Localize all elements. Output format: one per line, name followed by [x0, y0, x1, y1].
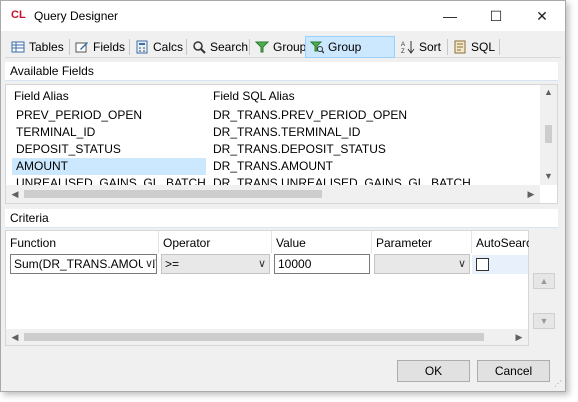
scroll-left-icon[interactable]: ◀: [10, 189, 20, 200]
value-input[interactable]: 10000: [274, 254, 370, 274]
funnel-icon: [255, 41, 269, 53]
table-icon: [11, 41, 25, 53]
tab-label: Tables: [29, 40, 64, 54]
tab-group-search[interactable]: Group Search: [305, 36, 395, 74]
operator-select[interactable]: >= ∨: [161, 254, 270, 274]
operator-value: >=: [165, 257, 180, 271]
criteria-grid: Function Operator Value Parameter AutoSe…: [5, 230, 529, 346]
list-item[interactable]: DEPOSIT_STATUS DR_TRANS.DEPOSIT_STATUS: [12, 141, 540, 158]
scroll-right-icon[interactable]: ▶: [514, 332, 524, 343]
vertical-scrollbar[interactable]: ▲ ▼: [540, 85, 557, 185]
field-alias: UNREALISED_GAINS_GL_BATCH: [16, 176, 206, 185]
move-up-button[interactable]: ▲: [533, 273, 555, 289]
tab-label: Sort: [419, 40, 442, 54]
list-item-selected[interactable]: AMOUNT DR_TRANS.AMOUNT: [12, 158, 540, 175]
tab-calcs[interactable]: Calcs: [131, 37, 184, 58]
function-value: Sum(DR_TRANS.AMOUNT): [14, 257, 157, 271]
scrollbar-thumb[interactable]: [24, 190, 322, 198]
available-fields-list: Field Alias Field SQL Alias PREV_PERIOD_…: [5, 84, 558, 204]
list-item[interactable]: UNREALISED_GAINS_GL_BATCH DR_TRANS.UNREA…: [12, 175, 540, 185]
query-designer-window: CL Query Designer — ☐ ✕ Tables Fields Ca…: [0, 0, 566, 392]
tab-label: Calcs: [153, 40, 184, 54]
field-alias: TERMINAL_ID: [16, 125, 96, 139]
horizontal-scrollbar[interactable]: ◀ ▶: [6, 185, 540, 203]
move-down-button[interactable]: ▼: [533, 313, 555, 329]
value-column-header[interactable]: Value: [272, 231, 372, 253]
fields-icon: [75, 42, 88, 53]
group-search-icon: [310, 41, 324, 54]
sql-icon: [454, 40, 466, 54]
scroll-up-icon[interactable]: ▲: [540, 87, 557, 97]
function-column-header[interactable]: Function: [6, 231, 159, 253]
field-alias: PREV_PERIOD_OPEN: [16, 108, 143, 122]
sort-az-icon: AZ: [401, 41, 415, 54]
field-sql-alias: DR_TRANS.UNREALISED_GAINS_GL_BATCH: [213, 176, 471, 185]
field-alias: DEPOSIT_STATUS: [16, 142, 121, 156]
chevron-down-icon: ∨: [457, 258, 466, 270]
tab-label: Fields: [93, 40, 126, 54]
calculator-icon: [136, 40, 148, 54]
available-fields-heading: Available Fields: [5, 62, 558, 81]
tab-sort[interactable]: AZ Sort: [397, 37, 445, 58]
scroll-down-icon[interactable]: ▼: [540, 171, 557, 181]
scroll-right-icon[interactable]: ▶: [526, 189, 536, 200]
autosearch-column-header[interactable]: AutoSearcl: [472, 231, 529, 253]
magnifier-icon: [193, 41, 206, 54]
resize-grip-icon[interactable]: ⋰: [554, 379, 562, 388]
svg-text:A: A: [401, 42, 405, 48]
criteria-heading: Criteria: [5, 209, 558, 228]
title-bar: CL Query Designer — ☐ ✕: [1, 1, 565, 31]
tab-group[interactable]: Group: [251, 37, 307, 58]
field-sql-alias: DR_TRANS.TERMINAL_ID: [213, 125, 361, 139]
app-logo-icon: CL: [11, 9, 26, 21]
scrollbar-thumb[interactable]: [24, 333, 484, 341]
maximize-button[interactable]: ☐: [473, 1, 519, 31]
tab-sql[interactable]: SQL: [449, 37, 497, 58]
criteria-horizontal-scrollbar[interactable]: ◀ ▶: [6, 329, 528, 345]
chevron-down-icon: ∨: [142, 255, 153, 273]
function-select[interactable]: Sum(DR_TRANS.AMOUNT) ∨: [10, 254, 157, 274]
field-sql-alias: DR_TRANS.AMOUNT: [213, 159, 334, 173]
minimize-button[interactable]: —: [427, 1, 473, 31]
scroll-left-icon[interactable]: ◀: [10, 332, 20, 343]
close-button[interactable]: ✕: [519, 1, 565, 31]
cancel-button[interactable]: Cancel: [477, 360, 550, 382]
parameter-select[interactable]: ∨: [374, 254, 470, 274]
field-alias-column-header[interactable]: Field Alias: [14, 89, 69, 103]
chevron-down-icon: ∨: [257, 258, 266, 270]
tab-label: SQL: [471, 40, 496, 54]
field-sql-alias-column-header[interactable]: Field SQL Alias: [213, 89, 295, 103]
tab-label: Group: [273, 40, 307, 54]
operator-column-header[interactable]: Operator: [159, 231, 272, 253]
autosearch-checkbox[interactable]: [476, 258, 489, 271]
scrollbar-thumb[interactable]: [545, 125, 552, 143]
tab-search[interactable]: Search: [188, 37, 249, 58]
list-item[interactable]: PREV_PERIOD_OPEN DR_TRANS.PREV_PERIOD_OP…: [12, 107, 540, 124]
field-alias: AMOUNT: [12, 158, 206, 175]
tab-tables[interactable]: Tables: [7, 37, 67, 58]
tab-label: Search: [210, 40, 249, 54]
tab-fields[interactable]: Fields: [71, 37, 127, 58]
svg-text:Z: Z: [401, 49, 405, 54]
field-sql-alias: DR_TRANS.PREV_PERIOD_OPEN: [213, 108, 408, 122]
parameter-column-header[interactable]: Parameter: [372, 231, 472, 253]
list-item[interactable]: TERMINAL_ID DR_TRANS.TERMINAL_ID: [12, 124, 540, 141]
window-title: Query Designer: [34, 9, 119, 23]
field-sql-alias: DR_TRANS.DEPOSIT_STATUS: [213, 142, 386, 156]
ok-button[interactable]: OK: [397, 360, 470, 382]
tab-strip: Tables Fields Calcs Search Group Group S…: [5, 36, 561, 74]
